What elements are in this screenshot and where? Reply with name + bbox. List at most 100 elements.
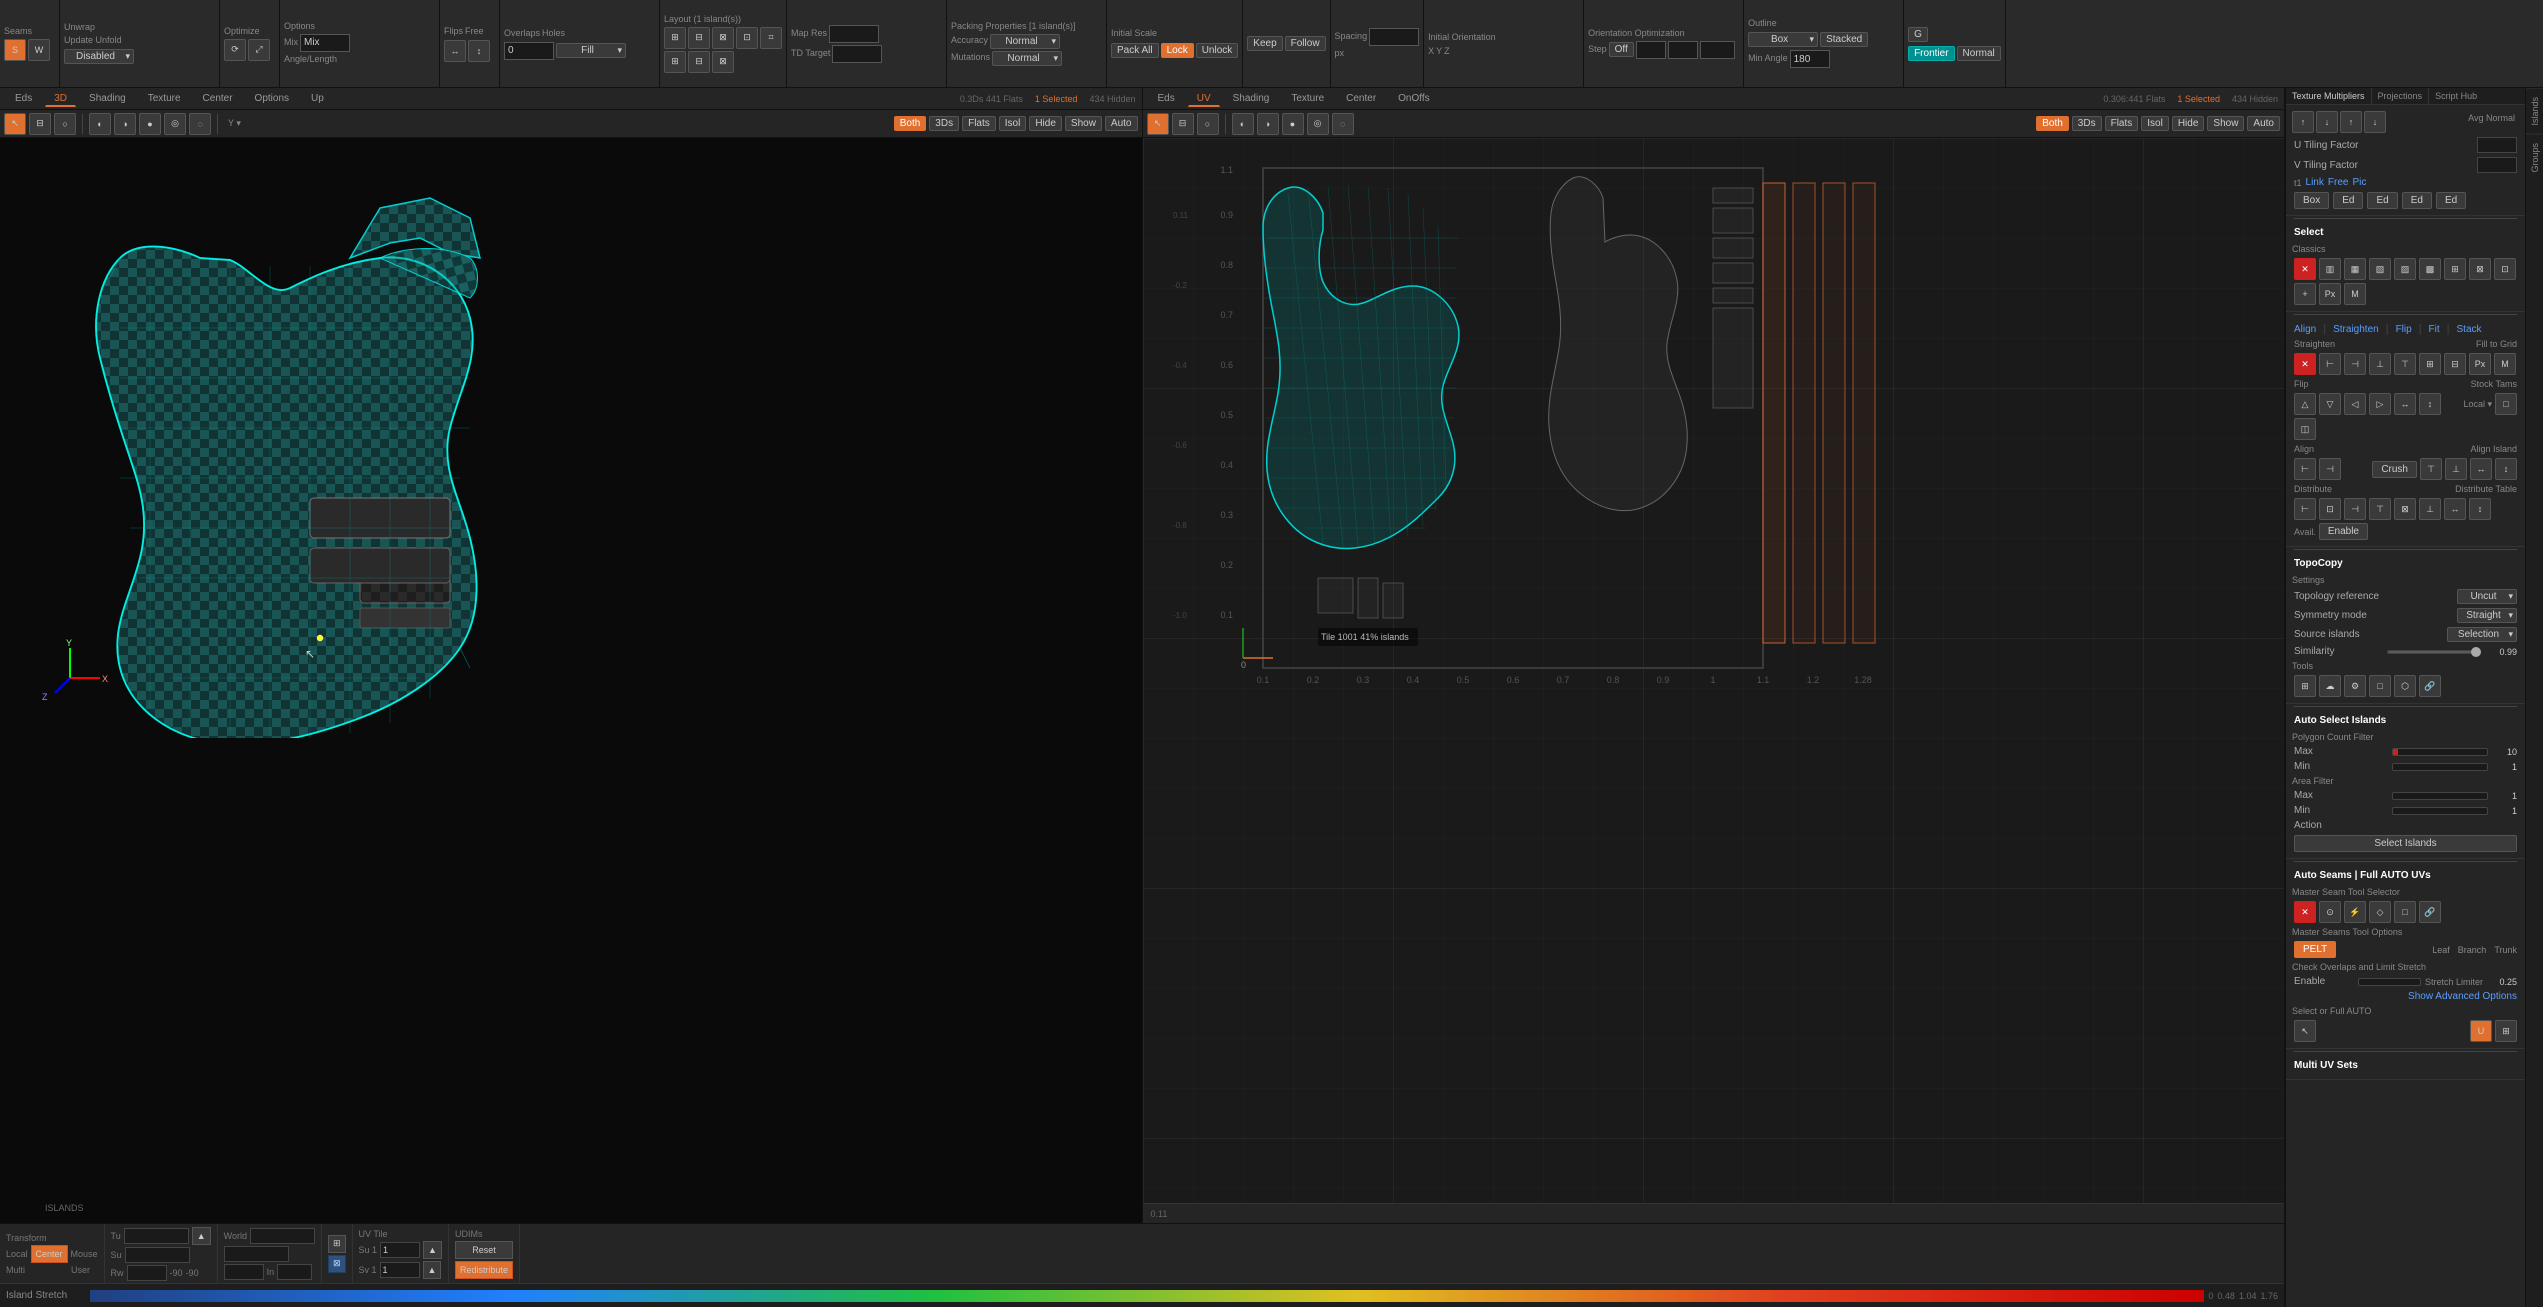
world-tu-input[interactable]: 0.317183 — [250, 1228, 315, 1244]
str-x-btn[interactable]: ✕ — [2294, 353, 2316, 375]
g-btn[interactable]: G — [1908, 27, 1928, 42]
auto-icon-1[interactable]: ↖ — [2294, 1020, 2316, 1042]
pack-all-btn[interactable]: Pack All — [1111, 43, 1159, 58]
options-tab-3d[interactable]: Options — [246, 91, 298, 106]
link-label[interactable]: Link — [2306, 177, 2324, 188]
select-icon-6[interactable]: ▩ — [2419, 258, 2441, 280]
uv-tab[interactable]: UV — [1188, 91, 1220, 107]
dist-icon-4[interactable]: ⊤ — [2369, 498, 2391, 520]
dist-icon-2[interactable]: ⊡ — [2319, 498, 2341, 520]
layout-btn7[interactable]: ⊟ — [688, 51, 710, 73]
stacked-btn[interactable]: Stacked — [1820, 32, 1868, 47]
ed-btn-1[interactable]: Ed — [2333, 192, 2363, 209]
select-icon-7[interactable]: ⊞ — [2444, 258, 2466, 280]
side-islands-tab[interactable]: Islands — [2526, 88, 2543, 134]
isol-btn-uv[interactable]: Isol — [2141, 116, 2169, 131]
flip-icon-3[interactable]: ◁ — [2344, 393, 2366, 415]
center-tab-3d[interactable]: Center — [194, 91, 242, 106]
3ds-btn[interactable]: 3Ds — [929, 116, 959, 131]
str-icon-1[interactable]: ⊢ — [2319, 353, 2341, 375]
seam-icon-3[interactable]: ⚡ — [2344, 901, 2366, 923]
align-link[interactable]: Align — [2294, 324, 2316, 335]
flip-icon-1[interactable]: △ — [2294, 393, 2316, 415]
hide-btn-3d[interactable]: Hide — [1029, 116, 1062, 131]
dist-icon-8[interactable]: ↕ — [2469, 498, 2491, 520]
uv-shading-btn3[interactable]: ● — [1282, 113, 1304, 135]
select-icon-11[interactable]: Px — [2319, 283, 2341, 305]
align-icon-1[interactable]: ⊢ — [2294, 458, 2316, 480]
str-icon-6[interactable]: ⊟ — [2444, 353, 2466, 375]
uv-shading-btn5[interactable]: ◌ — [1332, 113, 1354, 135]
auto-icon-u[interactable]: U — [2470, 1020, 2492, 1042]
reset-btn[interactable]: Reset — [455, 1241, 513, 1259]
select-icon-8[interactable]: ⊠ — [2469, 258, 2491, 280]
shading-btn2[interactable]: ◑ — [114, 113, 136, 135]
v-tiling-input[interactable]: 1 — [2477, 157, 2517, 173]
select-icon-9[interactable]: ⊡ — [2494, 258, 2516, 280]
seam-icon-5[interactable]: □ — [2394, 901, 2416, 923]
show-btn-3d[interactable]: Show — [1065, 116, 1102, 131]
select-icon-10[interactable]: + — [2294, 283, 2316, 305]
3d-tab[interactable]: 3D — [45, 91, 76, 107]
ed-btn-2[interactable]: Ed — [2367, 192, 2397, 209]
border-select-btn[interactable]: ⊟ — [29, 113, 51, 135]
both-btn-uv[interactable]: Both — [2036, 116, 2069, 131]
show-advanced-link[interactable]: Show Advanced Options — [2408, 991, 2517, 1002]
flip-icon-6[interactable]: ↕ — [2419, 393, 2441, 415]
layout-btn6[interactable]: ⊞ — [664, 51, 686, 73]
str-icon-7[interactable]: Px — [2469, 353, 2491, 375]
stack-link[interactable]: Stack — [2457, 324, 2482, 335]
auto-btn-3d[interactable]: Auto — [1105, 116, 1138, 131]
crush-btn[interactable]: Crush — [2372, 461, 2417, 478]
texture-tab-3d[interactable]: Texture — [139, 91, 190, 106]
flats-btn[interactable]: Flats — [962, 116, 996, 131]
step-180-input[interactable]: 180 — [1700, 41, 1735, 59]
follow-btn[interactable]: Follow — [1285, 36, 1326, 51]
crush-icon-4[interactable]: ↕ — [2495, 458, 2517, 480]
in-input[interactable]: 45 — [277, 1264, 312, 1280]
isol-btn[interactable]: Isol — [999, 116, 1027, 131]
seams-tool-btn[interactable]: S — [4, 39, 26, 61]
map-res-input[interactable]: 4096 — [829, 25, 879, 43]
optimize-btn1[interactable]: ⟳ — [224, 39, 246, 61]
normal-dropdown[interactable]: Normal — [990, 34, 1060, 49]
max-area-slider[interactable] — [2392, 792, 2488, 800]
min-area-slider[interactable] — [2392, 807, 2488, 815]
str-icon-3[interactable]: ⊥ — [2369, 353, 2391, 375]
tu-up-btn[interactable]: ▲ — [192, 1227, 211, 1245]
rw-input[interactable]: 0 — [127, 1265, 167, 1281]
select-icon-5[interactable]: ▨ — [2394, 258, 2416, 280]
u-tiling-input[interactable]: 1 — [2477, 137, 2517, 153]
topo-tool-6[interactable]: 🔗 — [2419, 675, 2441, 697]
crush-icon-3[interactable]: ↔ — [2470, 458, 2492, 480]
layout-btn3[interactable]: ⊠ — [712, 27, 734, 49]
side-groups-tab[interactable]: Groups — [2526, 134, 2543, 181]
seam-icon-4[interactable]: ◇ — [2369, 901, 2391, 923]
overlaps-input[interactable] — [504, 42, 554, 60]
dist-icon-3[interactable]: ⊣ — [2344, 498, 2366, 520]
seam-icon-1[interactable]: ✕ — [2294, 901, 2316, 923]
uv-border-select-btn[interactable]: ⊟ — [1172, 113, 1194, 135]
str-icon-8[interactable]: M — [2494, 353, 2516, 375]
dist-icon-5[interactable]: ⊠ — [2394, 498, 2416, 520]
uv-canvas[interactable]: 1.1 0.9 0.8 0.7 0.6 0.5 0.4 0.3 0.2 0.1 … — [1143, 138, 2285, 1203]
enable-stretch-slider[interactable] — [2358, 978, 2420, 986]
su-input[interactable]: 0.422242 — [125, 1247, 190, 1263]
tm-tab-4[interactable]: ↓ — [2364, 111, 2386, 133]
seam-icon-6[interactable]: 🔗 — [2419, 901, 2441, 923]
texture-tab-uv[interactable]: Texture — [1282, 91, 1333, 106]
select-icon-3[interactable]: ▦ — [2344, 258, 2366, 280]
layout-btn1[interactable]: ⊞ — [664, 27, 686, 49]
flip-icon-7[interactable]: □ — [2495, 393, 2517, 415]
str-icon-4[interactable]: ⊤ — [2394, 353, 2416, 375]
auto-icon-grid[interactable]: ⊞ — [2495, 1020, 2517, 1042]
shading-btn1[interactable]: ◐ — [89, 113, 111, 135]
shading-tab[interactable]: Shading — [80, 91, 135, 106]
crush-icon-1[interactable]: ⊤ — [2420, 458, 2442, 480]
unlock-btn[interactable]: Unlock — [1196, 43, 1239, 58]
mutations-dropdown[interactable]: Normal — [992, 51, 1062, 66]
uv-shading-btn1[interactable]: ◐ — [1232, 113, 1254, 135]
select-islands-btn[interactable]: Select Islands — [2294, 835, 2517, 852]
td-target-input[interactable]: 40.041 — [832, 45, 882, 63]
frontier-btn[interactable]: Frontier — [1908, 46, 1954, 61]
